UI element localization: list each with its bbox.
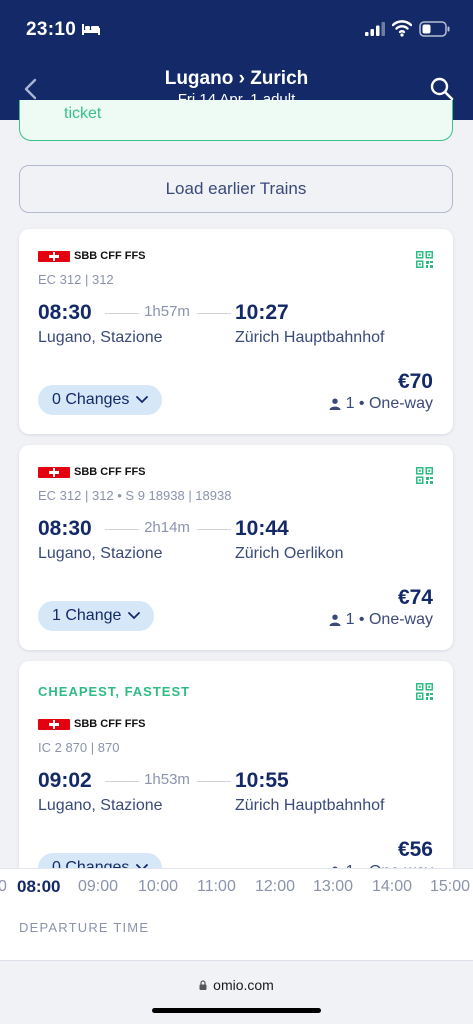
trip-price: €56 — [397, 838, 433, 861]
timeline-hour[interactable]: 09:00 — [78, 878, 118, 896]
operator-name: SBB CFF FFS — [74, 250, 146, 262]
notice-text: ticket — [64, 105, 102, 122]
cellular-signal-icon — [365, 22, 385, 36]
train-code: EC 312 | 312 • S 9 18938 | 18938 — [38, 488, 232, 503]
duration-line — [197, 313, 231, 314]
timeline-hour-selected[interactable]: 08:00 — [17, 877, 60, 897]
duration: 1h53m — [144, 771, 190, 788]
timeline-hour[interactable]: 14:00 — [372, 878, 412, 896]
passenger-text: 1 • One-way — [345, 611, 433, 628]
passenger-text: 1 • One-way — [345, 395, 433, 412]
duration-line — [105, 529, 139, 530]
duration-line — [197, 529, 231, 530]
departure-time: 09:02 — [38, 769, 92, 792]
departure-station: Lugano, Stazione — [38, 329, 163, 346]
ticket-notice-banner: ticket — [19, 100, 453, 141]
timeline-hour[interactable]: 15:00 — [430, 878, 470, 896]
duration: 1h57m — [144, 303, 190, 320]
search-icon[interactable] — [429, 76, 455, 102]
sbb-logo-icon — [38, 466, 70, 478]
chevron-down-icon — [136, 396, 149, 404]
changes-label: 1 Change — [52, 607, 122, 624]
operator-name: SBB CFF FFS — [74, 466, 146, 478]
operator: SBB CFF FFS — [38, 466, 146, 478]
status-bar: 23:10 — [0, 0, 473, 60]
departure-time-slider[interactable]: 0 08:00 09:00 10:00 11:00 12:00 13:00 14… — [0, 868, 473, 960]
person-icon — [329, 398, 341, 410]
cheapest-fastest-tag: CHEAPEST, FASTEST — [38, 684, 191, 699]
home-indicator[interactable] — [152, 1008, 321, 1013]
arrival-station: Zürich Hauptbahnhof — [235, 797, 385, 814]
passenger-info: 1 • One-way — [329, 395, 433, 413]
arrival-time: 10:27 — [235, 301, 289, 324]
trip-card[interactable]: SBB CFF FFS EC 312 | 312 08:30 1h57m 10:… — [19, 229, 453, 434]
departure-time-label: DEPARTURE TIME — [19, 920, 150, 935]
mobile-ticket-qr-icon — [416, 467, 433, 484]
operator-name: SBB CFF FFS — [74, 718, 146, 730]
arrival-time: 10:44 — [235, 517, 289, 540]
mobile-ticket-qr-icon — [416, 251, 433, 268]
sbb-logo-icon — [38, 250, 70, 262]
arrival-station: Zürich Oerlikon — [235, 545, 344, 562]
trip-card[interactable]: SBB CFF FFS EC 312 | 312 • S 9 18938 | 1… — [19, 445, 453, 650]
trip-price: €74 — [397, 586, 433, 609]
departure-time: 08:30 — [38, 517, 92, 540]
wifi-icon — [392, 20, 412, 37]
arrival-time: 10:55 — [235, 769, 289, 792]
timeline-hour[interactable]: 12:00 — [255, 878, 295, 896]
train-code: EC 312 | 312 — [38, 272, 114, 287]
battery-icon — [419, 21, 450, 37]
sbb-logo-icon — [38, 718, 70, 730]
chevron-down-icon — [128, 612, 141, 620]
timeline-hour[interactable]: 13:00 — [313, 878, 353, 896]
train-code: IC 2 870 | 870 — [38, 740, 120, 755]
departure-station: Lugano, Stazione — [38, 545, 163, 562]
url-text: omio.com — [213, 977, 274, 993]
changes-dropdown[interactable]: 1 Change — [38, 601, 155, 631]
timeline-hour[interactable]: 11:00 — [197, 878, 236, 896]
departure-station: Lugano, Stazione — [38, 797, 163, 814]
operator: SBB CFF FFS — [38, 718, 146, 730]
duration-line — [105, 781, 139, 782]
departure-time: 08:30 — [38, 301, 92, 324]
duration-line — [197, 781, 231, 782]
person-icon — [329, 614, 341, 626]
timeline-hour-partial[interactable]: 0 — [0, 878, 7, 896]
lock-icon — [199, 980, 207, 990]
mobile-ticket-qr-icon — [416, 683, 433, 700]
trip-price: €70 — [397, 370, 433, 393]
browser-address-bar[interactable]: omio.com — [0, 960, 473, 1024]
url-display[interactable]: omio.com — [0, 977, 473, 993]
sleep-focus-icon — [82, 24, 100, 35]
passenger-info: 1 • One-way — [329, 611, 433, 629]
status-time: 23:10 — [26, 19, 77, 40]
load-earlier-trains-button[interactable]: Load earlier Trains — [19, 165, 453, 213]
operator: SBB CFF FFS — [38, 250, 146, 262]
timeline-hour[interactable]: 10:00 — [138, 878, 178, 896]
changes-dropdown[interactable]: 0 Changes — [38, 385, 163, 415]
route-title: Lugano › Zurich — [164, 68, 309, 89]
changes-label: 0 Changes — [52, 391, 130, 408]
duration: 2h14m — [144, 519, 190, 536]
arrival-station: Zürich Hauptbahnhof — [235, 329, 385, 346]
trip-card[interactable]: CHEAPEST, FASTEST SBB CFF FFS IC 2 870 |… — [19, 661, 453, 891]
timeline-hours: 0 08:00 09:00 10:00 11:00 12:00 13:00 14… — [0, 877, 473, 898]
duration-line — [105, 313, 139, 314]
